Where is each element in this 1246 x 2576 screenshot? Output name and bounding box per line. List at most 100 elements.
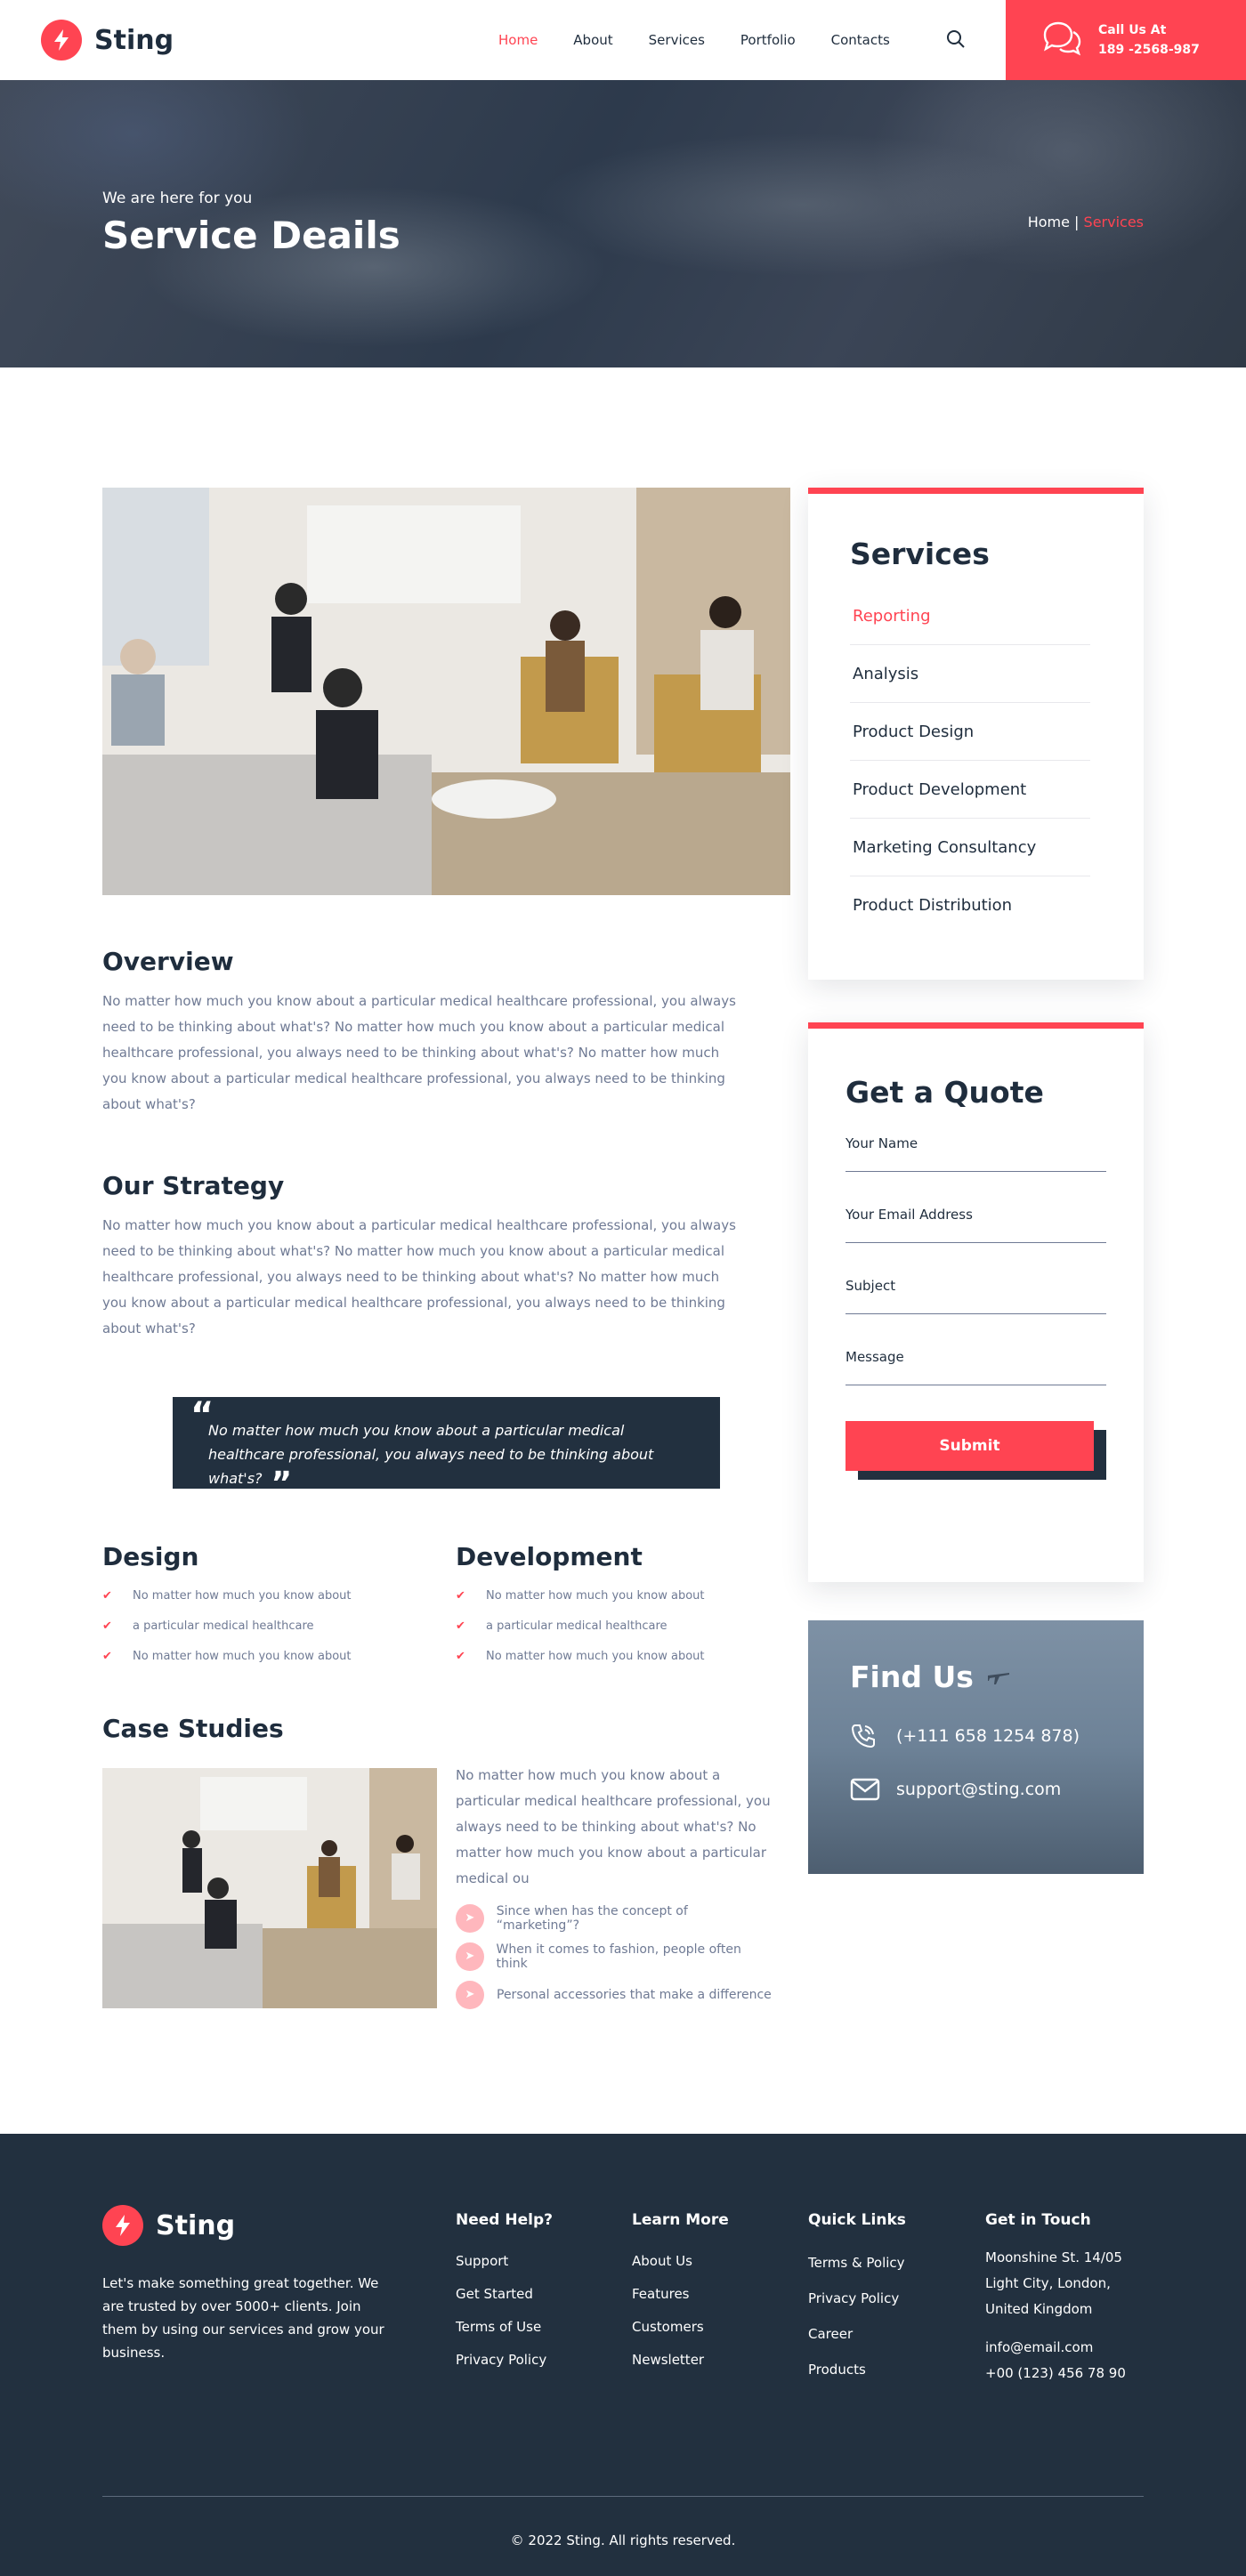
footer-link-terms-of-use[interactable]: Terms of Use [456, 2311, 553, 2344]
case-studies-block: No matter how much you know about a part… [102, 1767, 790, 2014]
footer-col-title: Quick Links [808, 2211, 906, 2229]
development-column: Development ✔ No matter how much you know… [456, 1542, 790, 1671]
close-quote-icon: ” [271, 1466, 293, 1502]
list-item: ✔ a particular medical healthcare [456, 1619, 668, 1633]
nav-home[interactable]: Home [498, 32, 538, 48]
email-field: Your Email Address [846, 1206, 1106, 1243]
service-details: Overview No matter how much you know abo… [102, 488, 790, 2014]
case-study-info: No matter how much you know about a part… [437, 1767, 773, 2014]
quote-form: Your Name Your Email Address Subject Mes… [846, 1135, 1106, 1480]
footer-link-features[interactable]: Features [632, 2278, 729, 2311]
list-item: ➤ Since when has the concept of “marketin… [456, 1899, 773, 1937]
footer-link-privacy-policy[interactable]: Privacy Policy [456, 2344, 553, 2377]
footer-link-career[interactable]: Career [808, 2316, 906, 2352]
footer-phone[interactable]: +00 (123) 456 78 90 [985, 2361, 1126, 2386]
banner-subtitle: We are here for you [102, 190, 253, 207]
subject-input[interactable] [846, 1297, 1106, 1312]
subject-field: Subject [846, 1277, 1106, 1314]
nav-about[interactable]: About [573, 32, 612, 48]
airplane-icon [986, 1659, 1011, 1694]
design-title: Design [102, 1542, 199, 1571]
overview-text: No matter how much you know about a part… [102, 993, 736, 1112]
services-sidebar: Services Reporting Analysis Product Desi… [808, 488, 1144, 980]
list-item: ✔ a particular medical healthcare [102, 1619, 314, 1633]
submit-button[interactable]: Submit [846, 1421, 1094, 1471]
footer-divider [102, 2496, 1144, 2497]
design-column: Design ✔ No matter how much you know abou… [102, 1542, 456, 1671]
message-label: Message [846, 1349, 904, 1365]
footer-address-line: Moonshine St. 14/05 [985, 2249, 1122, 2265]
footer-link-terms-policy[interactable]: Terms & Policy [808, 2245, 906, 2281]
nav-portfolio[interactable]: Portfolio [740, 32, 796, 48]
check-icon: ✔ [456, 1619, 465, 1633]
call-text: Call Us At 189 -2568-987 [1098, 20, 1200, 60]
check-icon: ✔ [102, 1619, 112, 1633]
call-title: Call Us At [1098, 23, 1167, 37]
lightning-bolt-icon [41, 20, 82, 61]
footer-col-title: Get in Touch [985, 2211, 1091, 2229]
footer-col-learn-more: Learn More About Us Features Customers N… [632, 2211, 729, 2377]
footer-col-get-in-touch: Get in Touch Moonshine St. 14/05 Light C… [985, 2211, 1126, 2386]
subject-label: Subject [846, 1278, 896, 1294]
search-icon[interactable] [942, 25, 970, 53]
breadcrumb-home[interactable]: Home [1028, 214, 1070, 230]
check-icon: ✔ [456, 1588, 465, 1603]
call-us-box[interactable]: Call Us At 189 -2568-987 [1006, 0, 1246, 80]
development-list: ✔ No matter how much you know about ✔ a pa… [456, 1580, 790, 1671]
name-label: Your Name [846, 1135, 918, 1151]
footer-logo[interactable]: Sting [102, 2205, 235, 2246]
service-item-product-design[interactable]: Product Design [850, 703, 1090, 761]
strategy-text: No matter how much you know about a part… [102, 1217, 736, 1336]
footer-link-about-us[interactable]: About Us [632, 2245, 729, 2278]
case-study-list: ➤ Since when has the concept of “marketin… [456, 1899, 773, 2014]
footer-link-privacy-policy-2[interactable]: Privacy Policy [808, 2281, 906, 2316]
design-list: ✔ No matter how much you know about ✔ a pa… [102, 1580, 456, 1671]
main-nav: Home About Services Portfolio Contacts [498, 0, 926, 80]
service-item-product-development[interactable]: Product Development [850, 761, 1090, 819]
case-study-text: No matter how much you know about a part… [456, 1767, 771, 1886]
message-field: Message [846, 1348, 1106, 1385]
email-label: Your Email Address [846, 1207, 973, 1223]
footer-link-products[interactable]: Products [808, 2352, 906, 2387]
logo[interactable]: Sting [41, 20, 174, 61]
footer-email[interactable]: info@email.com [985, 2335, 1126, 2361]
overview-title: Overview [102, 947, 234, 976]
call-phone[interactable]: 189 -2568-987 [1098, 40, 1200, 60]
footer-link-newsletter[interactable]: Newsletter [632, 2344, 729, 2377]
open-quote-icon: “ [190, 1395, 214, 1436]
service-item-reporting[interactable]: Reporting [850, 587, 1090, 645]
check-icon: ✔ [456, 1649, 465, 1663]
nav-contacts[interactable]: Contacts [831, 32, 890, 48]
nav-services[interactable]: Services [649, 32, 705, 48]
find-us-title: Find Us [850, 1659, 974, 1694]
list-item: ✔ No matter how much you know about [102, 1649, 352, 1663]
service-item-product-distribution[interactable]: Product Distribution [850, 876, 1090, 934]
service-item-analysis[interactable]: Analysis [850, 645, 1090, 703]
find-us-phone-row[interactable]: (+111 658 1254 878) [850, 1723, 1102, 1749]
page-banner: We are here for you Service Deails Home … [0, 80, 1246, 367]
name-input[interactable] [846, 1155, 1106, 1169]
footer-address-line: United Kingdom [985, 2301, 1093, 2317]
case-studies-title: Case Studies [102, 1714, 284, 1743]
find-us-email-row[interactable]: support@sting.com [850, 1778, 1102, 1801]
page-title: Service Deails [102, 214, 400, 257]
chat-bubbles-icon [1041, 20, 1082, 61]
rocket-icon: ➤ [456, 1903, 484, 1933]
quote-form-title: Get a Quote [846, 1075, 1044, 1110]
list-item: ➤ Personal accessories that make a differ… [456, 1975, 773, 2014]
breadcrumb: Home | Services [1028, 214, 1144, 230]
strategy-title: Our Strategy [102, 1171, 285, 1200]
footer-link-customers[interactable]: Customers [632, 2311, 729, 2344]
check-icon: ✔ [102, 1649, 112, 1663]
site-header: Sting Home About Services Portfolio Cont… [0, 0, 1246, 80]
service-item-marketing-consultancy[interactable]: Marketing Consultancy [850, 819, 1090, 876]
service-photo [102, 488, 790, 895]
footer-col-quick-links: Quick Links Terms & Policy Privacy Polic… [808, 2211, 906, 2387]
message-input[interactable] [846, 1369, 1106, 1383]
footer-copyright: © 2022 Sting. All rights reserved. [510, 2532, 736, 2548]
footer-link-get-started[interactable]: Get Started [456, 2278, 553, 2311]
footer-link-support[interactable]: Support [456, 2245, 553, 2278]
quote-form-card: Get a Quote Your Name Your Email Address… [808, 1022, 1144, 1582]
email-input[interactable] [846, 1226, 1106, 1240]
check-icon: ✔ [102, 1588, 112, 1603]
